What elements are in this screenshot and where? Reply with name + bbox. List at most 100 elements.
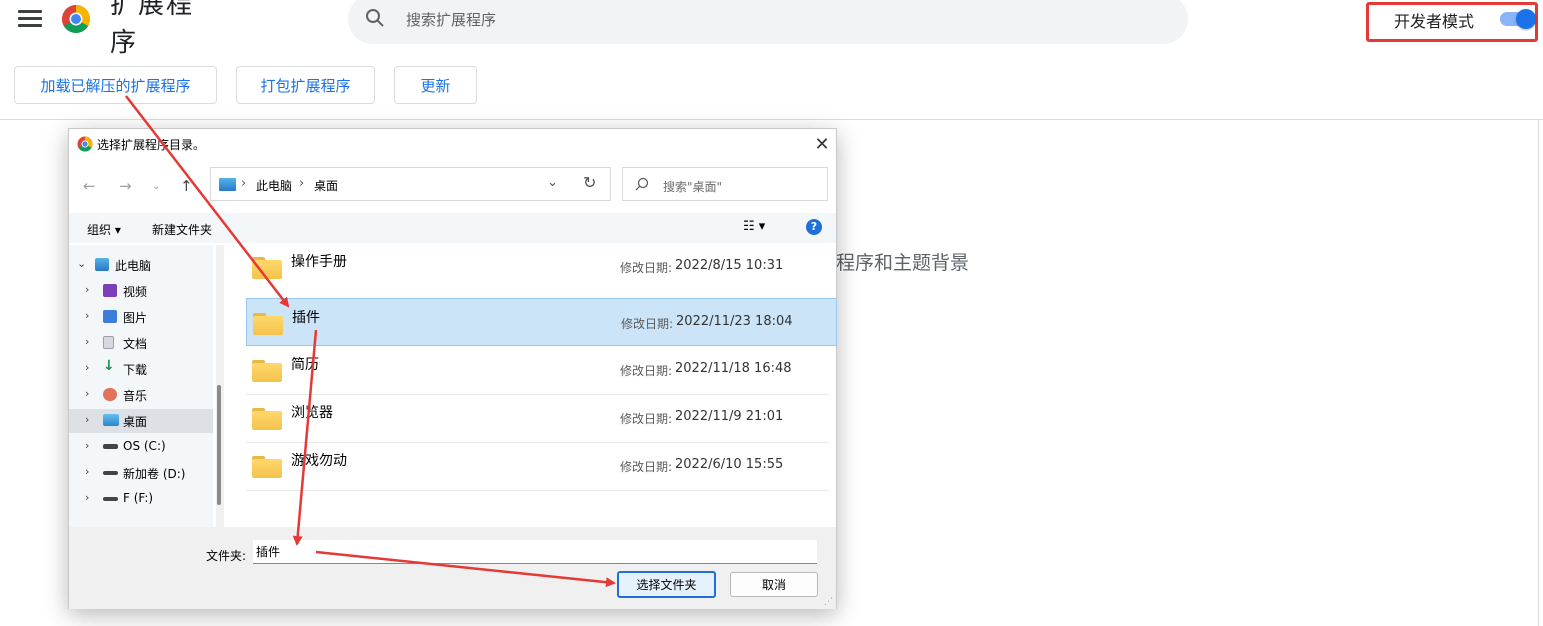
collapse-chevron-icon[interactable]: › (85, 439, 89, 452)
desktop-icon (103, 414, 119, 426)
help-icon[interactable]: ? (806, 219, 822, 235)
view-options-icon[interactable]: ☷ ▾ (743, 219, 765, 234)
folder-icon (253, 313, 283, 335)
file-name: 简历 (291, 357, 319, 373)
file-name: 游戏勿动 (291, 453, 347, 469)
file-name: 浏览器 (291, 405, 333, 421)
chrome-logo-icon (62, 5, 90, 33)
file-date: 2022/11/23 18:04 (676, 314, 793, 329)
background-partial-text: 程序和主题背景 (836, 252, 970, 274)
video-icon (103, 284, 117, 297)
resize-grip-icon[interactable]: ⋰ (824, 597, 833, 607)
date-label: 修改日期: (620, 364, 673, 378)
refresh-icon[interactable]: ↻ (583, 173, 596, 192)
file-date: 2022/8/15 10:31 (675, 258, 784, 273)
dialog-titlebar[interactable]: 选择扩展程序目录。 ✕ (69, 129, 836, 161)
dev-mode-label: 开发者模式 (1394, 12, 1475, 31)
collapse-chevron-icon[interactable]: › (85, 387, 89, 400)
tree-label: 桌面 (123, 415, 148, 429)
computer-icon (219, 178, 236, 191)
file-row-browser[interactable]: 浏览器 修改日期: 2022/11/9 21:01 (246, 394, 837, 442)
drive-icon (103, 444, 118, 449)
tree-item-videos[interactable]: › 视频 (69, 279, 213, 303)
dialog-title: 选择扩展程序目录。 (97, 138, 206, 152)
collapse-chevron-icon[interactable]: › (85, 335, 89, 348)
folder-name-input[interactable] (253, 540, 817, 564)
tree-item-documents[interactable]: › 文档 (69, 331, 213, 355)
close-icon[interactable]: ✕ (810, 133, 834, 157)
collapse-chevron-icon[interactable]: › (85, 465, 89, 478)
folder-icon (252, 456, 282, 478)
up-arrow-icon[interactable]: ↑ (180, 177, 193, 195)
address-dropdown-icon[interactable]: ⌄ (547, 175, 558, 190)
dialog-command-bar: 组织 ▾ 新建文件夹 ☷ ▾ (69, 213, 836, 243)
load-unpacked-button[interactable]: 加载已解压的扩展程序 (14, 66, 217, 104)
search-input[interactable] (404, 2, 1108, 38)
computer-icon (95, 258, 109, 271)
collapse-chevron-icon[interactable]: › (85, 283, 89, 296)
expand-chevron-icon[interactable]: ⌄ (77, 257, 86, 270)
new-folder-button[interactable]: 新建文件夹 (152, 221, 212, 238)
folder-icon (252, 408, 282, 430)
file-date: 2022/6/10 15:55 (675, 457, 784, 472)
pack-extension-button[interactable]: 打包扩展程序 (236, 66, 375, 104)
picture-icon (103, 310, 117, 323)
tree-label: 文档 (123, 337, 148, 351)
folder-icon (252, 257, 282, 279)
scrollbar-thumb[interactable] (217, 385, 221, 505)
tree-item-downloads[interactable]: › ↓ 下载 (69, 357, 213, 381)
file-date: 2022/11/9 21:01 (675, 409, 784, 424)
select-folder-dialog: 选择扩展程序目录。 ✕ ← → ⌄ ↑ › 此电脑 › 桌面 ⌄ ↻ 搜索"桌面… (68, 128, 837, 609)
recent-dropdown-icon[interactable]: ⌄ (152, 181, 160, 192)
folder-icon (252, 360, 282, 382)
breadcrumb-chevron-icon: › (299, 176, 305, 191)
back-arrow-icon[interactable]: ← (83, 177, 96, 195)
toggle-knob (1516, 9, 1536, 29)
row-divider (246, 490, 828, 491)
cancel-button[interactable]: 取消 (730, 572, 818, 597)
tree-item-drive-f[interactable]: › F (F:) (69, 487, 213, 511)
select-folder-button[interactable]: 选择文件夹 (617, 571, 716, 598)
music-icon (103, 388, 117, 401)
update-button[interactable]: 更新 (394, 66, 477, 104)
tree-item-music[interactable]: › 音乐 (69, 383, 213, 407)
breadcrumb-desktop[interactable]: 桌面 (314, 177, 338, 194)
file-row-manual[interactable]: 操作手册 修改日期: 2022/8/15 10:31 (246, 243, 837, 291)
tree-label: 图片 (123, 311, 148, 325)
collapse-chevron-icon[interactable]: › (85, 309, 89, 322)
dev-mode-toggle[interactable] (1498, 9, 1536, 29)
file-row-plugin[interactable]: 插件 修改日期: 2022/11/23 18:04 (246, 298, 837, 346)
file-row-resume[interactable]: 简历 修改日期: 2022/11/18 16:48 (246, 346, 837, 394)
tree-item-desktop[interactable]: › 桌面 (69, 409, 213, 433)
tree-label: 下载 (123, 363, 148, 377)
breadcrumb-chevron-icon: › (241, 176, 247, 191)
collapse-chevron-icon[interactable]: › (85, 413, 89, 426)
breadcrumb-this-pc[interactable]: 此电脑 (256, 177, 292, 194)
tree-item-this-pc[interactable]: ⌄ 此电脑 (69, 253, 213, 277)
collapse-chevron-icon[interactable]: › (85, 491, 89, 504)
tree-label: 视频 (123, 285, 148, 299)
dialog-search-placeholder: 搜索"桌面" (663, 180, 723, 194)
tree-item-drive-c[interactable]: › OS (C:) (69, 435, 213, 459)
tree-label: F (F:) (123, 491, 154, 505)
tree-item-pictures[interactable]: › 图片 (69, 305, 213, 329)
drive-icon (103, 471, 118, 475)
search-icon (366, 9, 384, 27)
organize-menu[interactable]: 组织 ▾ (87, 221, 121, 238)
navigation-scrollbar[interactable] (216, 245, 224, 527)
forward-arrow-icon[interactable]: → (119, 177, 132, 195)
date-label: 修改日期: (620, 412, 673, 426)
file-name: 操作手册 (291, 254, 347, 270)
main-menu-icon[interactable] (18, 10, 42, 28)
collapse-chevron-icon[interactable]: › (85, 361, 89, 374)
tree-item-drive-d[interactable]: › 新加卷 (D:) (69, 461, 213, 485)
tree-label: 新加卷 (D:) (123, 467, 186, 481)
search-icon (635, 177, 649, 191)
drive-icon (103, 497, 118, 501)
extensions-search-bar[interactable] (348, 0, 1188, 44)
folder-field-label: 文件夹: (206, 549, 247, 563)
address-bar[interactable]: › 此电脑 › 桌面 ⌄ ↻ (210, 167, 611, 201)
file-row-games[interactable]: 游戏勿动 修改日期: 2022/6/10 15:55 (246, 442, 837, 490)
toolbar-divider (0, 119, 1543, 120)
dialog-search-box[interactable]: 搜索"桌面" (622, 167, 828, 201)
